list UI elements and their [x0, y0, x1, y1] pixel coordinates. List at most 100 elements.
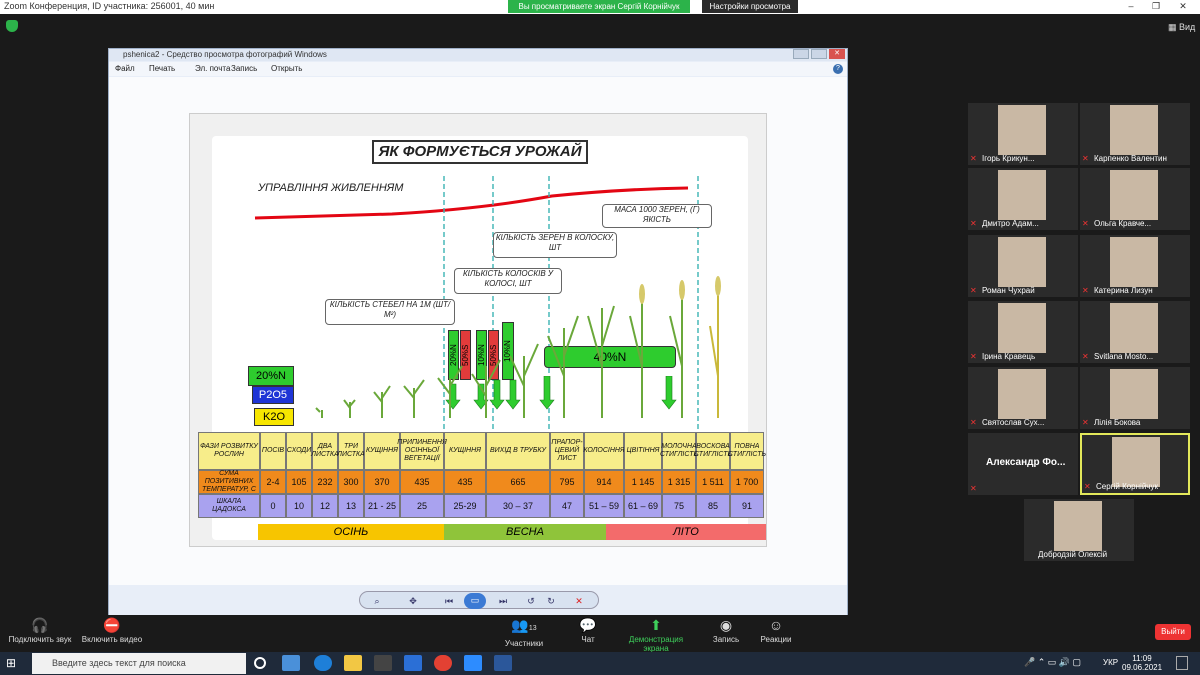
delete-icon[interactable]: ✕ [572, 594, 586, 608]
participant-video [1110, 303, 1158, 353]
participant-name: Svitlana Mosto... [1094, 352, 1154, 361]
table-cell: МОЛОЧНА СТИГЛІСТЬ [660, 432, 698, 470]
participant-tile[interactable]: ✕ Александр Фо... [968, 433, 1078, 495]
zoom-icon[interactable]: ⌕ [370, 594, 384, 608]
participant-tile[interactable]: ✕ Ольга Кравче... [1080, 168, 1190, 230]
participant-tile[interactable]: ✕ Лілія Бокова [1080, 367, 1190, 429]
rotate-right-icon[interactable]: ↻ [544, 594, 558, 608]
previous-icon[interactable]: ⏮ [442, 594, 456, 608]
muted-mic-icon: ✕ [970, 286, 977, 295]
menu-open[interactable]: Открыть [271, 64, 302, 73]
participant-name: Ігорь Крикун... [982, 154, 1035, 163]
tray-icons[interactable]: 🎤 ⌃ ▭ 🔊 ▢ [1024, 657, 1081, 668]
slide-image: ЯК ФОРМУЄТЬСЯ УРОЖАЙ УПРАВЛІННЯ ЖИВЛЕННЯ… [189, 113, 767, 547]
muted-mic-icon: ✕ [1082, 219, 1089, 228]
taskbar-search[interactable]: Введите здесь текст для поиска [32, 653, 246, 674]
participant-name: Катерина Лизун [1094, 286, 1153, 295]
table-cell: 91 [730, 494, 764, 518]
view-options-button[interactable]: Настройки просмотра [702, 0, 798, 13]
table-cell: 232 [312, 470, 338, 494]
participant-tile[interactable]: ✕ Карпенко Валентин [1080, 103, 1190, 165]
participant-video [1110, 237, 1158, 287]
table-cell: 300 [338, 470, 364, 494]
multitask-icon[interactable] [282, 655, 300, 671]
table-cell: 1 511 [696, 470, 730, 494]
participant-tile[interactable]: ✕ Ігорь Крикун... [968, 103, 1078, 165]
participant-tile[interactable]: ✕ Дмитро Адам... [968, 168, 1078, 230]
help-icon[interactable]: ? [833, 64, 843, 74]
menu-burn[interactable]: Запись [231, 64, 257, 73]
notifications-icon[interactable] [1176, 656, 1188, 670]
rotate-left-icon[interactable]: ↺ [524, 594, 538, 608]
viewer-minimize-icon[interactable] [793, 49, 809, 59]
view-label: Вид [1179, 22, 1196, 32]
word-icon[interactable] [494, 655, 512, 671]
muted-mic-icon: ✕ [970, 484, 977, 493]
table-cell: КУЩІННЯ [444, 432, 486, 470]
participant-tile[interactable]: Добродзій Олексій [1024, 499, 1134, 561]
minimize-icon[interactable]: – [1120, 0, 1142, 13]
table-cell: ВОСКОВА СТИГЛІСТЬ [694, 432, 732, 470]
table-cell: 61 – 69 [624, 494, 662, 518]
table-cell: 2-4 [260, 470, 286, 494]
shield-icon[interactable] [6, 20, 18, 32]
store-icon[interactable] [374, 655, 392, 671]
muted-mic-icon: ✕ [970, 352, 977, 361]
table-cell: 12 [312, 494, 338, 518]
slideshow-icon[interactable]: ▭ [464, 593, 486, 609]
table-cell: ПРИПИНЕННЯ ОСІННЬОЇ ВЕГЕТАЦІЇ [397, 432, 447, 470]
viewer-maximize-icon[interactable] [811, 49, 827, 59]
reactions-icon: ☺ [768, 617, 784, 633]
table-cell: 0 [260, 494, 286, 518]
table-cell: ТРИ ЛИСТКА [337, 432, 365, 470]
muted-mic-icon: ✕ [1084, 482, 1091, 491]
season-autumn: ОСІНЬ [258, 524, 444, 540]
participant-video [998, 170, 1046, 220]
participant-tile[interactable]: ✕ Svitlana Mosto... [1080, 301, 1190, 363]
zoom-toolbar: 🎧 Подключить звук ⛔ Включить видео 👥13 Учас… [0, 615, 1200, 653]
participant-video [1112, 437, 1160, 487]
share-screen-button[interactable]: ⬆ Демонстрация экрана [616, 615, 696, 653]
menu-print[interactable]: Печать [149, 64, 175, 73]
mail-icon[interactable] [404, 655, 422, 671]
wheat-growth-illustration [315, 276, 721, 418]
table-cell: 25-29 [444, 494, 486, 518]
maximize-icon[interactable]: ❐ [1145, 0, 1167, 13]
participant-tile[interactable]: ✕ Роман Чухрай [968, 235, 1078, 297]
close-icon[interactable]: ✕ [1172, 0, 1194, 13]
zoom-icon-taskbar[interactable] [464, 655, 482, 671]
table-cell: 13 [338, 494, 364, 518]
reactions-button[interactable]: ☺ Реакции [736, 615, 816, 644]
participant-tile[interactable]: ✕ Сергій Корнійчук [1080, 433, 1190, 495]
table-cell: ПОСІВ [260, 432, 286, 470]
participant-name: Дмитро Адам... [982, 219, 1039, 228]
muted-mic-icon: ✕ [1082, 352, 1089, 361]
clock[interactable]: 11:09 09.06.2021 [1122, 654, 1162, 672]
task-view-icon[interactable] [254, 657, 266, 669]
season-summer: ЛІТО [606, 524, 766, 540]
leave-button[interactable]: Выйти [1155, 624, 1191, 640]
muted-mic-icon: ✕ [970, 219, 977, 228]
edge-icon[interactable] [314, 655, 332, 671]
language-indicator[interactable]: УКР [1103, 658, 1118, 667]
participant-tile[interactable]: ✕ Святослав Сух... [968, 367, 1078, 429]
audio-button[interactable]: 🎧 Подключить звук [0, 615, 80, 644]
participant-name: Александр Фо... [986, 457, 1066, 468]
view-button[interactable]: ▦ Вид [1168, 22, 1195, 33]
explorer-icon[interactable] [344, 655, 362, 671]
fit-icon[interactable]: ✥ [406, 594, 420, 608]
menu-email[interactable]: Эл. почта [195, 64, 230, 73]
table-row-label: ШКАЛА ЦАДОКСА [198, 494, 260, 518]
windows-start-icon[interactable]: ⊞ [6, 656, 16, 670]
menu-file[interactable]: Файл [115, 64, 135, 73]
chrome-icon[interactable] [434, 655, 452, 671]
viewer-close-icon[interactable]: ✕ [829, 49, 845, 59]
video-button[interactable]: ⛔ Включить видео [72, 615, 152, 644]
participant-name: Ірина Кравець [982, 352, 1036, 361]
next-icon[interactable]: ⏭ [496, 594, 510, 608]
participant-name: Сергій Корнійчук [1096, 482, 1158, 491]
participant-tile[interactable]: ✕ Ірина Кравець [968, 301, 1078, 363]
participant-video [998, 237, 1046, 287]
participant-tile[interactable]: ✕ Катерина Лизун [1080, 235, 1190, 297]
table-cell: ПОВНА СТИГЛІСТЬ [728, 432, 766, 470]
